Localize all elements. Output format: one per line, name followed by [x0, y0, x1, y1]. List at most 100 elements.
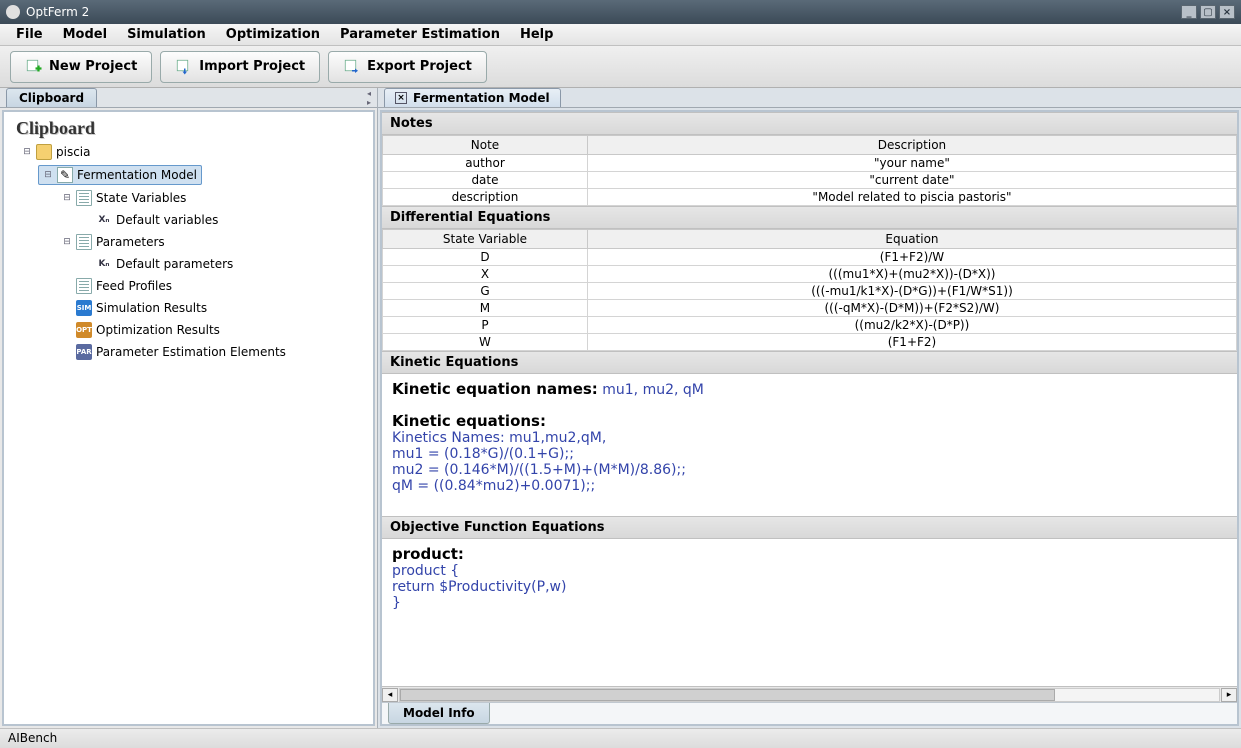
menubar: File Model Simulation Optimization Param… — [0, 24, 1241, 46]
objective-label: product: — [392, 545, 1227, 563]
tab-fermentation-model[interactable]: × Fermentation Model — [384, 88, 561, 107]
expand-icon[interactable]: ⊟ — [43, 170, 53, 180]
tree-item-fermentation-model[interactable]: ⊟ ✎ Fermentation Model — [38, 165, 202, 185]
page-icon — [76, 190, 92, 206]
tree-item-project[interactable]: ⊟ piscia — [18, 143, 95, 161]
objective-header: Objective Function Equations — [382, 516, 1237, 539]
content-scroll[interactable]: Notes Note Description author"your name"… — [382, 112, 1237, 686]
new-project-button[interactable]: New Project — [10, 51, 152, 83]
table-row[interactable]: D(F1+F2)/W — [383, 249, 1237, 266]
expand-icon[interactable]: ⊟ — [22, 147, 32, 157]
tree-item-default-variables[interactable]: Xₙ Default variables — [78, 211, 222, 229]
menu-optimization[interactable]: Optimization — [216, 24, 330, 45]
editor-tab-label: Fermentation Model — [413, 91, 550, 105]
tree-item-default-parameters[interactable]: Kₙ Default parameters — [78, 255, 237, 273]
default-params-label: Default parameters — [116, 257, 233, 271]
project-label: piscia — [56, 145, 91, 159]
tree-item-optimization-results[interactable]: OPT Optimization Results — [58, 321, 224, 339]
objective-line: product { — [392, 563, 1227, 579]
diffeq-header: Differential Equations — [382, 206, 1237, 229]
kinetic-block: Kinetic equation names: mu1, mu2, qM Kin… — [382, 374, 1237, 500]
export-project-label: Export Project — [367, 59, 472, 74]
state-vars-label: State Variables — [96, 191, 186, 205]
menu-file[interactable]: File — [6, 24, 53, 45]
menu-parameter-estimation[interactable]: Parameter Estimation — [330, 24, 510, 45]
expand-icon[interactable]: ⊟ — [62, 237, 72, 247]
kinetic-line: mu2 = (0.146*M)/((1.5+M)+(M*M)/8.86);; — [392, 462, 1227, 478]
kinetic-names-label: Kinetic equation names: — [392, 380, 598, 398]
horizontal-scrollbar[interactable]: ◂ ▸ — [382, 686, 1237, 702]
feed-label: Feed Profiles — [96, 279, 172, 293]
table-row[interactable]: W(F1+F2) — [383, 334, 1237, 351]
table-row[interactable]: P((mu2/k2*X)-(D*P)) — [383, 317, 1237, 334]
close-tab-icon[interactable]: × — [395, 92, 407, 104]
objective-line: } — [392, 595, 1227, 611]
main-area: Clipboard ◂▸ Clipboard ⊟ piscia ⊟ — [0, 88, 1241, 728]
folder-icon — [36, 144, 52, 160]
tree-item-simulation-results[interactable]: SIM Simulation Results — [58, 299, 211, 317]
project-tree: ⊟ piscia ⊟ ✎ Fermentation Model — [8, 141, 369, 363]
sim-results-label: Simulation Results — [96, 301, 207, 315]
kinetic-names-value: mu1, mu2, qM — [602, 382, 704, 398]
kinetic-line: Kinetics Names: mu1,mu2,qM, — [392, 430, 1227, 446]
opt-results-label: Optimization Results — [96, 323, 220, 337]
import-project-label: Import Project — [199, 59, 305, 74]
minimize-button[interactable]: _ — [1181, 5, 1197, 19]
new-project-label: New Project — [49, 59, 137, 74]
scroll-left-icon[interactable]: ◂ — [382, 688, 398, 702]
table-row[interactable]: M(((-qM*X)-(D*M))+(F2*S2)/W) — [383, 300, 1237, 317]
statusbar: AIBench — [0, 728, 1241, 748]
left-pane: Clipboard ◂▸ Clipboard ⊟ piscia ⊟ — [0, 88, 378, 728]
parameters-icon: Kₙ — [96, 256, 112, 272]
notes-col-note: Note — [383, 136, 588, 155]
scroll-track[interactable] — [399, 688, 1220, 702]
notes-header: Notes — [382, 112, 1237, 135]
editor-tabrow: × Fermentation Model — [378, 88, 1241, 108]
notes-col-desc: Description — [587, 136, 1236, 155]
diffeq-col-eq: Equation — [587, 230, 1236, 249]
clipboard-title: Clipboard — [8, 116, 369, 141]
import-project-button[interactable]: Import Project — [160, 51, 320, 83]
bottom-tabrow: Model Info — [382, 702, 1237, 724]
tree-item-parameter-estimation[interactable]: PAR Parameter Estimation Elements — [58, 343, 290, 361]
import-icon — [175, 58, 193, 76]
notes-table: Note Description author"your name" date"… — [382, 135, 1237, 206]
page-icon — [76, 278, 92, 294]
diffeq-table: State Variable Equation D(F1+F2)/W X(((m… — [382, 229, 1237, 351]
tab-model-info[interactable]: Model Info — [388, 703, 490, 724]
objective-line: return $Productivity(P,w) — [392, 579, 1227, 595]
expand-icon[interactable]: ⊟ — [62, 193, 72, 203]
table-row[interactable]: X(((mu1*X)+(mu2*X))-(D*X)) — [383, 266, 1237, 283]
tree-item-parameters[interactable]: ⊟ Parameters — [58, 233, 169, 251]
window-title: OptFerm 2 — [26, 5, 89, 19]
variables-icon: Xₙ — [96, 212, 112, 228]
maximize-button[interactable]: ▢ — [1200, 5, 1216, 19]
menu-help[interactable]: Help — [510, 24, 563, 45]
left-tabrow: Clipboard ◂▸ — [0, 88, 377, 108]
diffeq-col-var: State Variable — [383, 230, 588, 249]
table-row[interactable]: date"current date" — [383, 172, 1237, 189]
sim-badge-icon: SIM — [76, 300, 92, 316]
menu-model[interactable]: Model — [53, 24, 117, 45]
scroll-thumb[interactable] — [400, 689, 1055, 701]
menu-simulation[interactable]: Simulation — [117, 24, 216, 45]
table-row[interactable]: description"Model related to piscia past… — [383, 189, 1237, 206]
param-est-label: Parameter Estimation Elements — [96, 345, 286, 359]
kinetic-header: Kinetic Equations — [382, 351, 1237, 374]
kinetic-line: qM = ((0.84*mu2)+0.0071);; — [392, 478, 1227, 494]
tab-clipboard[interactable]: Clipboard — [6, 88, 97, 107]
splitter-handle-icon[interactable]: ◂▸ — [367, 88, 377, 108]
export-project-button[interactable]: Export Project — [328, 51, 487, 83]
tree-item-feed-profiles[interactable]: Feed Profiles — [58, 277, 176, 295]
close-window-button[interactable]: × — [1219, 5, 1235, 19]
model-label: Fermentation Model — [77, 168, 197, 182]
page-icon — [76, 234, 92, 250]
objective-block: product: product { return $Productivity(… — [382, 539, 1237, 617]
kinetic-eq-label: Kinetic equations: — [392, 412, 1227, 430]
table-row[interactable]: author"your name" — [383, 155, 1237, 172]
scroll-right-icon[interactable]: ▸ — [1221, 688, 1237, 702]
default-vars-label: Default variables — [116, 213, 218, 227]
table-row[interactable]: G(((-mu1/k1*X)-(D*G))+(F1/W*S1)) — [383, 283, 1237, 300]
clipboard-panel: Clipboard ⊟ piscia ⊟ ✎ Fermentation Mode… — [2, 110, 375, 726]
tree-item-state-variables[interactable]: ⊟ State Variables — [58, 189, 190, 207]
